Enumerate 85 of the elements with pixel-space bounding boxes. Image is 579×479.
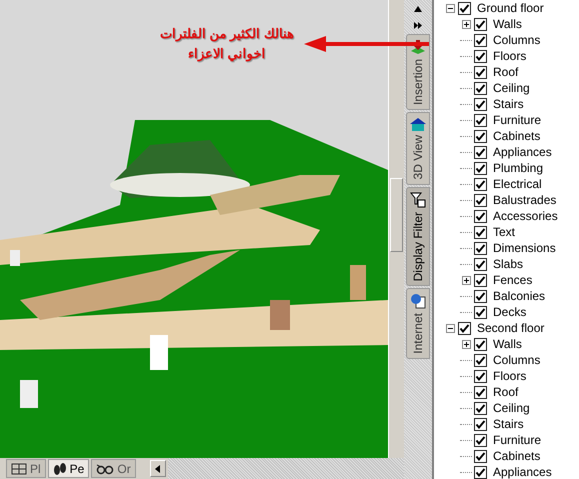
tree-item-label[interactable]: Walls [493, 337, 522, 351]
tree-item-label[interactable]: Furniture [493, 113, 542, 127]
arrow-icon [304, 36, 429, 52]
side-tab[interactable]: Insertion [406, 34, 430, 110]
expand-toggle[interactable] [462, 340, 470, 348]
tree-item-label[interactable]: Plumbing [493, 161, 544, 175]
tree-item-label[interactable]: Ceiling [493, 401, 530, 415]
tree-item-label[interactable]: Roof [493, 65, 518, 79]
checkbox[interactable] [474, 130, 487, 142]
tree-item-label[interactable]: Dimensions [493, 241, 556, 255]
checkbox[interactable] [458, 2, 471, 14]
checkbox[interactable] [474, 50, 487, 62]
checkbox[interactable] [474, 82, 487, 94]
tree-item-label[interactable]: Floors [493, 369, 526, 383]
tree-item-label[interactable]: Ceiling [493, 81, 530, 95]
checkbox[interactable] [474, 114, 487, 126]
checkbox[interactable] [474, 466, 487, 478]
vertical-scrollbar[interactable] [388, 0, 403, 458]
tree-item-label[interactable]: Appliances [493, 465, 552, 479]
checkbox[interactable] [474, 146, 487, 158]
checkbox[interactable] [474, 354, 487, 366]
tree-item-label[interactable]: Slabs [493, 257, 524, 271]
checkbox[interactable] [474, 210, 487, 222]
checkbox[interactable] [474, 18, 487, 30]
checkbox[interactable] [474, 338, 487, 350]
tree-item-label[interactable]: Stairs [493, 97, 524, 111]
tree-item-label[interactable]: Stairs [493, 417, 524, 431]
checkbox[interactable] [458, 322, 471, 334]
view-tab[interactable]: Or [91, 459, 136, 478]
footprints-icon [52, 462, 67, 476]
left-arrow-icon [154, 464, 161, 472]
checkbox[interactable] [474, 274, 487, 286]
view-tab[interactable]: Pe [48, 459, 90, 478]
tree-item-label[interactable]: Fences [493, 273, 532, 287]
checkbox[interactable] [474, 258, 487, 270]
tree-item-label[interactable]: Cabinets [493, 129, 540, 143]
checkbox[interactable] [474, 386, 487, 398]
filter-icon [410, 192, 426, 208]
checkbox[interactable] [474, 98, 487, 110]
checkbox[interactable] [474, 242, 487, 254]
expand-toggle[interactable] [446, 324, 454, 332]
expand-toggle[interactable] [462, 276, 470, 284]
side-tab[interactable]: 3D View [406, 112, 430, 184]
checkbox[interactable] [474, 194, 487, 206]
checkbox[interactable] [474, 450, 487, 462]
house-icon [410, 117, 426, 132]
tree-item-label[interactable]: Appliances [493, 145, 552, 159]
checkbox[interactable] [474, 178, 487, 190]
tree-item-label[interactable]: Cabinets [493, 449, 540, 463]
expand-toggle[interactable] [462, 20, 470, 28]
checkbox[interactable] [474, 290, 487, 302]
checkbox[interactable] [474, 434, 487, 446]
tree-item-label[interactable]: Second floor [477, 321, 544, 335]
tree-item-label[interactable]: Ground floor [477, 1, 544, 15]
side-tab[interactable]: Display Filter [406, 186, 430, 286]
annotation-text: هنالك الكثير من الفلترات اخواني الاعزاء [160, 25, 294, 64]
checkbox[interactable] [474, 370, 487, 382]
tree-item-label[interactable]: Accessories [493, 209, 558, 223]
tree-item-label[interactable]: Walls [493, 17, 522, 31]
checkbox[interactable] [474, 162, 487, 174]
tree-item-label[interactable]: Floors [493, 49, 526, 63]
glasses-icon [96, 462, 114, 474]
checkbox[interactable] [474, 226, 487, 238]
checkbox[interactable] [474, 66, 487, 78]
view-tab[interactable]: Pl [6, 459, 46, 478]
insert-icon [410, 39, 426, 55]
checkbox[interactable] [474, 34, 487, 46]
tree-item-label[interactable]: Electrical [493, 177, 542, 191]
floor-plan-icon [11, 462, 27, 474]
tree-item-label[interactable]: Balustrades [493, 193, 556, 207]
checkbox[interactable] [474, 402, 487, 414]
tree-item-label[interactable]: Text [493, 225, 516, 239]
checkbox[interactable] [474, 306, 487, 318]
side-tab[interactable]: Internet [406, 288, 430, 359]
tree-item-label[interactable]: Decks [493, 305, 526, 319]
tree-item-label[interactable]: Columns [493, 353, 540, 367]
tree-item-label[interactable]: Furniture [493, 433, 542, 447]
tree-item-label[interactable]: Columns [493, 33, 540, 47]
globe-document-icon [410, 292, 426, 309]
scroll-left-button[interactable] [150, 460, 166, 477]
expand-toggle[interactable] [446, 4, 454, 12]
tree-item-label[interactable]: Roof [493, 385, 518, 399]
double-arrow-icon [414, 22, 422, 28]
checkbox[interactable] [474, 418, 487, 430]
tree-item-label[interactable]: Balconies [493, 289, 546, 303]
